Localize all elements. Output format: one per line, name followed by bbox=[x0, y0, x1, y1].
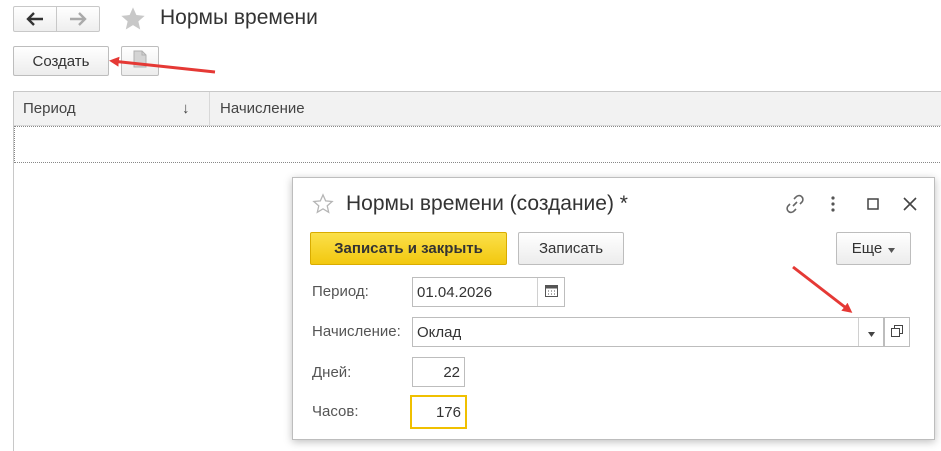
red-annotation-arrow bbox=[109, 56, 853, 313]
